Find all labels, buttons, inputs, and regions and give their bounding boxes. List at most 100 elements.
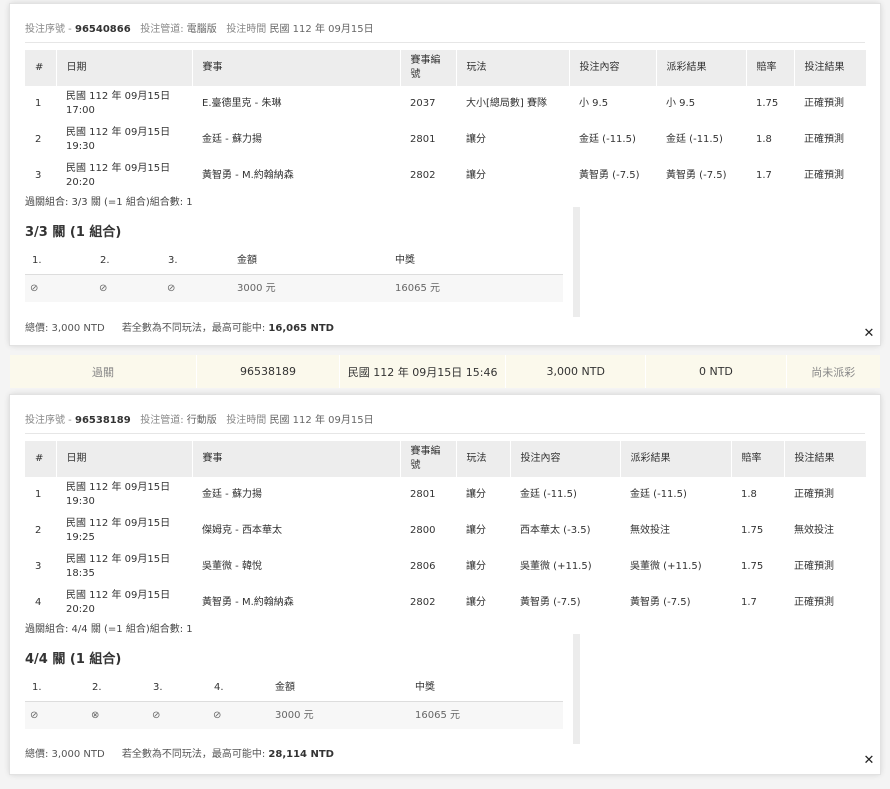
row-date-time: 20:20: [66, 177, 95, 188]
col-code: 賽事編號: [399, 50, 456, 86]
combo-col-1: 1.: [32, 682, 42, 693]
row-play: 讓分: [466, 489, 486, 500]
row-date: 民國 112 年 09月15日 20:20: [56, 585, 192, 621]
combo-col-1: 1.: [32, 255, 42, 266]
max-payout-label: 若全數為不同玩法，最高可能中:: [121, 323, 266, 334]
combo-box: 3/3 關 (1 組合) 1. 2. 3. 金額 中獎 ⊘ ⊘ ⊘ 3000 元…: [25, 207, 580, 317]
row-date-day: 民國 112 年 09月15日: [66, 127, 171, 138]
row-event: 吳董微 - 韓悅: [202, 561, 262, 572]
row-date-day: 民國 112 年 09月15日: [66, 554, 171, 565]
legs-header-row: # 日期 賽事 賽事編號 玩法 投注內容 派彩結果 賠率 投注結果: [25, 50, 866, 86]
table-row: 2 民國 112 年 09月15日 19:25 傑姆克 - 西本華太 2800 讓…: [25, 513, 866, 549]
table-row: 2 民國 112 年 09月15日 19:30 金廷 - 蘇力揚 2801 讓分 …: [25, 122, 866, 158]
col-outcome: 投注結果: [783, 441, 866, 477]
row-date: 民國 112 年 09月15日 19:30: [56, 122, 192, 158]
combo-amount: 3000 元: [275, 710, 314, 721]
row-result: 金廷 (-11.5): [630, 489, 687, 500]
row-code: 2800: [410, 525, 436, 536]
row-date-time: 19:25: [66, 532, 95, 543]
row-odds: 1.7: [756, 170, 772, 181]
max-payout-value: 16,065 NTD: [268, 323, 334, 334]
row-play: 讓分: [466, 597, 486, 608]
row-result: 小 9.5: [666, 98, 696, 109]
time-label: 投注時間: [226, 415, 267, 426]
combo-col-3: 3.: [153, 682, 163, 693]
check-circle-icon: ⊘: [30, 283, 39, 294]
row-code: 2802: [410, 597, 436, 608]
row-bet: 金廷 (-11.5): [520, 489, 577, 500]
row-date: 民國 112 年 09月15日 19:30: [56, 477, 192, 513]
bar-amount: 3,000 NTD: [505, 355, 645, 388]
check-circle-icon: ⊘: [30, 710, 39, 721]
combo-col-3: 3.: [168, 255, 178, 266]
bet-header: 投注序號 - 96538189 投注管道: 行動版 投注時間 民國 112 年 …: [25, 411, 374, 426]
serial-number: 96538189: [74, 415, 131, 426]
row-code: 2802: [410, 170, 436, 181]
bet-footer: 總價: 3,000 NTD 若全數為不同玩法，最高可能中: 16,065 NTD: [25, 319, 334, 334]
combo-summary: 過關組合: 4/4 關 (=1 組合)組合數: 1: [25, 624, 193, 635]
combo-col-4: 4.: [214, 682, 224, 693]
col-event: 賽事: [191, 50, 400, 86]
row-date-day: 民國 112 年 09月15日: [66, 163, 171, 174]
combo-title: 4/4 關 (1 組合): [25, 652, 122, 667]
row-code: 2801: [410, 489, 436, 500]
combo-prize: 16065 元: [415, 710, 460, 721]
row-result: 吳董微 (+11.5): [630, 561, 702, 572]
row-date-time: 19:30: [66, 496, 95, 507]
channel-value: 行動版: [186, 415, 217, 426]
close-icon[interactable]: ✕: [862, 754, 876, 768]
row-play: 讓分: [466, 170, 486, 181]
row-event: 黃智勇 - M.約翰納森: [202, 170, 294, 181]
bet-detail-panel-2: 投注序號 - 96538189 投注管道: 行動版 投注時間 民國 112 年 …: [10, 395, 880, 774]
row-no: 3: [35, 561, 42, 572]
channel-label: 投注管道:: [140, 415, 184, 426]
col-play: 玩法: [455, 50, 569, 86]
bar-datetime: 民國 112 年 09月15日 15:46: [339, 355, 505, 388]
row-odds: 1.75: [741, 525, 764, 536]
row-date: 民國 112 年 09月15日 17:00: [56, 86, 192, 122]
bar-payout: 0 NTD: [645, 355, 785, 388]
table-row: 1 民國 112 年 09月15日 19:30 金廷 - 蘇力揚 2801 讓分 …: [25, 477, 866, 513]
row-date-day: 民國 112 年 09月15日: [66, 590, 171, 601]
row-result: 金廷 (-11.5): [666, 134, 723, 145]
combo-col-prize: 中獎: [395, 255, 415, 266]
row-event: 金廷 - 蘇力揚: [202, 489, 262, 500]
max-payout-value: 28,114 NTD: [268, 749, 334, 760]
row-no: 1: [35, 98, 42, 109]
check-circle-icon: ⊘: [167, 283, 176, 294]
row-outcome: 正確預測: [804, 134, 844, 145]
row-date-time: 20:20: [66, 604, 95, 615]
table-row: 3 民國 112 年 09月15日 20:20 黃智勇 - M.約翰納森 2802…: [25, 158, 866, 194]
bar-type: 過關: [91, 365, 114, 379]
col-code: 賽事編號: [399, 441, 456, 477]
row-bet: 吳董微 (+11.5): [520, 561, 592, 572]
time-value: 民國 112 年 09月15日: [269, 415, 374, 426]
row-date-time: 19:30: [66, 141, 95, 152]
time-label: 投注時間: [226, 24, 267, 35]
row-event: 傑姆克 - 西本華太: [202, 525, 282, 536]
row-play: 讓分: [466, 525, 486, 536]
close-icon[interactable]: ✕: [862, 327, 876, 341]
divider: [25, 433, 865, 434]
row-no: 2: [35, 134, 42, 145]
bet-footer: 總價: 3,000 NTD 若全數為不同玩法，最高可能中: 28,114 NTD: [25, 745, 334, 760]
col-play: 玩法: [455, 441, 510, 477]
row-date-time: 18:35: [66, 568, 95, 579]
serial-label: 投注序號 -: [25, 415, 72, 426]
row-outcome: 無效投注: [794, 525, 834, 536]
combo-col-2: 2.: [92, 682, 102, 693]
row-date-day: 民國 112 年 09月15日: [66, 518, 171, 529]
col-no: #: [25, 441, 56, 477]
row-event: 黃智勇 - M.約翰納森: [202, 597, 294, 608]
bet-summary-row[interactable]: 過關 96538189 民國 112 年 09月15日 15:46 3,000 …: [10, 355, 880, 388]
row-result: 無效投注: [630, 525, 670, 536]
row-date-day: 民國 112 年 09月15日: [66, 482, 171, 493]
serial-label: 投注序號 -: [25, 24, 72, 35]
row-bet: 西本華太 (-3.5): [520, 525, 591, 536]
col-date: 日期: [55, 50, 192, 86]
legs-header-row: # 日期 賽事 賽事編號 玩法 投注內容 派彩結果 賠率 投注結果: [25, 441, 866, 477]
row-no: 4: [35, 597, 42, 608]
max-payout-label: 若全數為不同玩法，最高可能中:: [121, 749, 266, 760]
table-row: 3 民國 112 年 09月15日 18:35 吳董微 - 韓悅 2806 讓分 …: [25, 549, 866, 585]
col-result: 派彩結果: [655, 50, 746, 86]
